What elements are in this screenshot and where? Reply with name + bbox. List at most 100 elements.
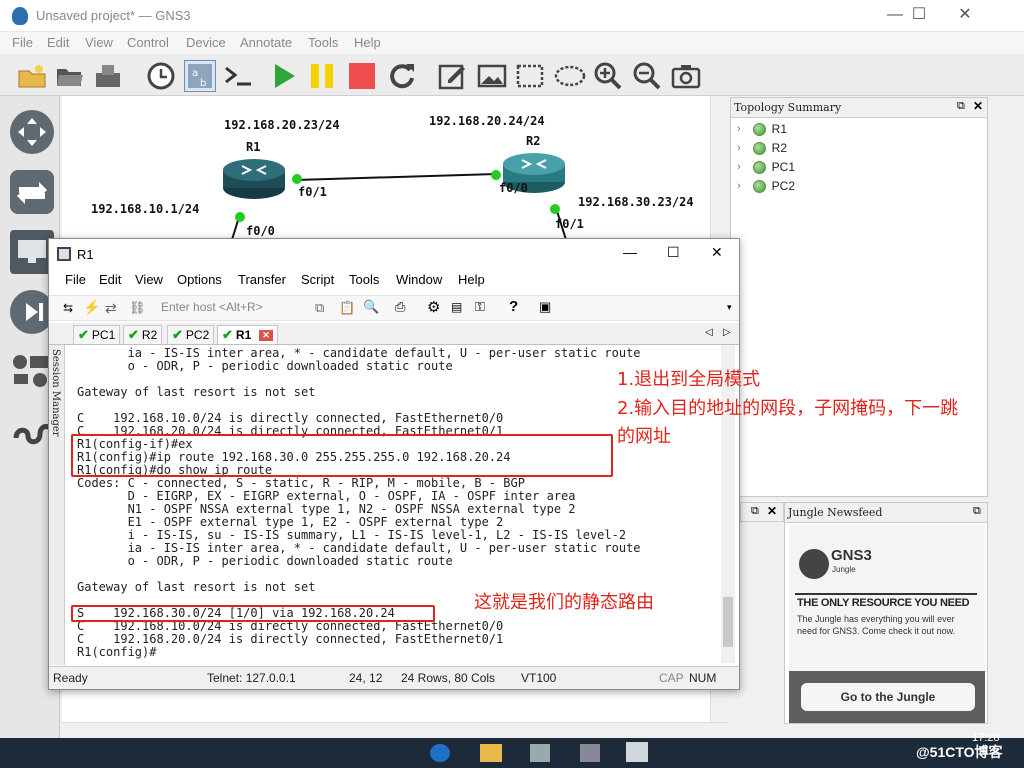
crt-menu-script[interactable]: Script xyxy=(301,272,334,287)
open-project-icon[interactable] xyxy=(54,60,86,92)
connected-check-icon: ✔ xyxy=(128,327,139,342)
insert-image-icon[interactable] xyxy=(476,60,508,92)
tab-scroll-right-icon[interactable]: ▷ xyxy=(723,327,731,338)
menu-help[interactable]: Help xyxy=(354,35,381,50)
menu-control[interactable]: Control xyxy=(127,35,169,50)
show-interface-labels-icon[interactable]: ab xyxy=(184,60,216,92)
crt-menu-file[interactable]: File xyxy=(65,272,86,287)
maximize-button[interactable]: ☐ xyxy=(896,0,942,32)
close-panel-icon[interactable]: ✕ xyxy=(767,504,777,518)
routers-icon[interactable] xyxy=(10,110,54,154)
tab-pc2[interactable]: ✔ PC2 xyxy=(167,325,215,344)
tree-item-r1[interactable]: › R1 xyxy=(737,120,787,138)
tab-r1[interactable]: ✔ R1 ✕ xyxy=(217,325,278,344)
annotation-step2-cont: 的网址 xyxy=(617,426,671,447)
taskbar-app-icon[interactable] xyxy=(580,744,600,762)
crt-menu-transfer[interactable]: Transfer xyxy=(238,272,286,287)
save-project-icon[interactable] xyxy=(92,60,124,92)
zoom-out-icon[interactable] xyxy=(631,60,663,92)
undock-icon[interactable]: ⧉ xyxy=(751,505,759,518)
tree-item-r2[interactable]: › R2 xyxy=(737,139,787,157)
go-to-jungle-button[interactable]: Go to the Jungle xyxy=(801,683,975,711)
taskbar-app-icon[interactable] xyxy=(530,744,550,762)
crt-menu-options[interactable]: Options xyxy=(177,272,222,287)
disconnect-icon[interactable]: ⛓ xyxy=(129,300,146,316)
print-icon[interactable]: ⎙ xyxy=(395,299,405,315)
connect-icon[interactable]: ⇆ xyxy=(63,301,73,315)
menu-edit[interactable]: Edit xyxy=(47,35,69,50)
reload-all-icon[interactable] xyxy=(386,60,418,92)
tab-r2[interactable]: ✔ R2 xyxy=(123,325,163,344)
securecrt-taskbar-icon[interactable] xyxy=(626,742,648,762)
lightning-icon[interactable]: ⚡ xyxy=(83,299,100,316)
close-button[interactable]: ✕ xyxy=(942,0,988,32)
start-all-icon[interactable] xyxy=(268,60,300,92)
session-manager-sidebar[interactable]: Session Manager xyxy=(49,345,65,665)
crt-menu-tools[interactable]: Tools xyxy=(349,272,379,287)
tab-scroll-left-icon[interactable]: ◁ xyxy=(705,327,713,338)
copy-icon[interactable]: ⧉ xyxy=(315,300,324,316)
suspend-all-icon[interactable] xyxy=(306,60,338,92)
close-panel-icon[interactable]: ✕ xyxy=(973,99,983,113)
chevron-right-icon: › xyxy=(737,180,741,192)
crt-menu-window[interactable]: Window xyxy=(396,272,442,287)
command-highlight-box xyxy=(71,434,613,477)
console-all-icon[interactable] xyxy=(222,60,254,92)
snapshot-clock-icon[interactable] xyxy=(145,60,177,92)
find-binoculars-icon[interactable]: 🔍 xyxy=(363,299,379,315)
screenshot-camera-icon[interactable] xyxy=(670,60,702,92)
r1-ip-label: 192.168.20.23/24 xyxy=(224,118,340,132)
r1-f00-status-dot xyxy=(235,212,245,222)
host-input[interactable]: Enter host <Alt+R> xyxy=(161,300,263,314)
undock-icon[interactable]: ⧉ xyxy=(957,100,965,113)
canvas-horizontal-scrollbar[interactable] xyxy=(62,722,728,738)
new-project-icon[interactable] xyxy=(16,60,48,92)
crt-menu-view[interactable]: View xyxy=(135,272,163,287)
draw-ellipse-icon[interactable] xyxy=(554,60,586,92)
terminal-scrollbar[interactable] xyxy=(721,345,735,663)
undock-icon[interactable]: ⧉ xyxy=(973,505,981,518)
stop-all-icon[interactable] xyxy=(346,60,378,92)
r2-f01-status-dot xyxy=(550,204,560,214)
windows-taskbar xyxy=(0,738,1024,768)
tree-item-pc1[interactable]: › PC1 xyxy=(737,158,795,176)
status-led-icon xyxy=(752,160,766,174)
settings-gear-icon[interactable]: ⚙ xyxy=(427,298,440,316)
toolbar-overflow-icon[interactable]: ▾ xyxy=(727,302,732,313)
zoom-in-icon[interactable] xyxy=(592,60,624,92)
help-icon[interactable]: ? xyxy=(509,298,518,315)
crt-maximize-button[interactable]: ☐ xyxy=(667,244,680,261)
reconnect-icon[interactable]: ⇄ xyxy=(105,300,117,317)
tree-item-pc2[interactable]: › PC2 xyxy=(737,177,795,195)
scrollbar-thumb[interactable] xyxy=(723,597,733,647)
add-note-icon[interactable] xyxy=(436,60,468,92)
crt-close-button[interactable]: ✕ xyxy=(711,244,723,261)
menu-device[interactable]: Device xyxy=(186,35,226,50)
newsfeed-content: GNS3 Jungle THE ONLY RESOURCE YOU NEED T… xyxy=(789,525,985,723)
switches-icon[interactable] xyxy=(10,170,54,214)
topology-summary-panel: Topology Summary ⧉ ✕ › R1 › R2 › PC1 › PC2 xyxy=(730,97,988,497)
edge-browser-icon[interactable] xyxy=(430,744,450,762)
gns3-titlebar: Unsaved project* — GNS3 — ☐ ✕ xyxy=(0,0,1024,32)
file-explorer-icon[interactable] xyxy=(480,744,502,762)
tab-label: PC2 xyxy=(185,328,210,342)
router-r1[interactable] xyxy=(222,158,286,200)
crt-minimize-button[interactable]: — xyxy=(623,244,637,260)
menu-tools[interactable]: Tools xyxy=(308,35,338,50)
menu-annotate[interactable]: Annotate xyxy=(240,35,292,50)
draw-rectangle-icon[interactable] xyxy=(514,60,546,92)
menu-view[interactable]: View xyxy=(85,35,113,50)
gns3-logo-icon xyxy=(12,7,28,25)
menubar: File Edit View Control Device Annotate T… xyxy=(0,32,1024,54)
image-icon[interactable]: ▣ xyxy=(539,299,551,315)
close-tab-icon[interactable]: ✕ xyxy=(259,329,273,341)
tab-pc1[interactable]: ✔ PC1 xyxy=(73,325,121,344)
crt-menu-help[interactable]: Help xyxy=(458,272,485,287)
crt-menubar: File Edit View Options Transfer Script T… xyxy=(49,269,739,291)
keymap-icon[interactable]: ▤ xyxy=(451,300,462,314)
crt-menu-edit[interactable]: Edit xyxy=(99,272,121,287)
menu-file[interactable]: File xyxy=(12,35,33,50)
status-cursor: 24, 12 xyxy=(349,671,383,685)
paste-icon[interactable]: 📋 xyxy=(339,300,355,316)
key-icon[interactable]: ⚿ xyxy=(475,299,485,315)
